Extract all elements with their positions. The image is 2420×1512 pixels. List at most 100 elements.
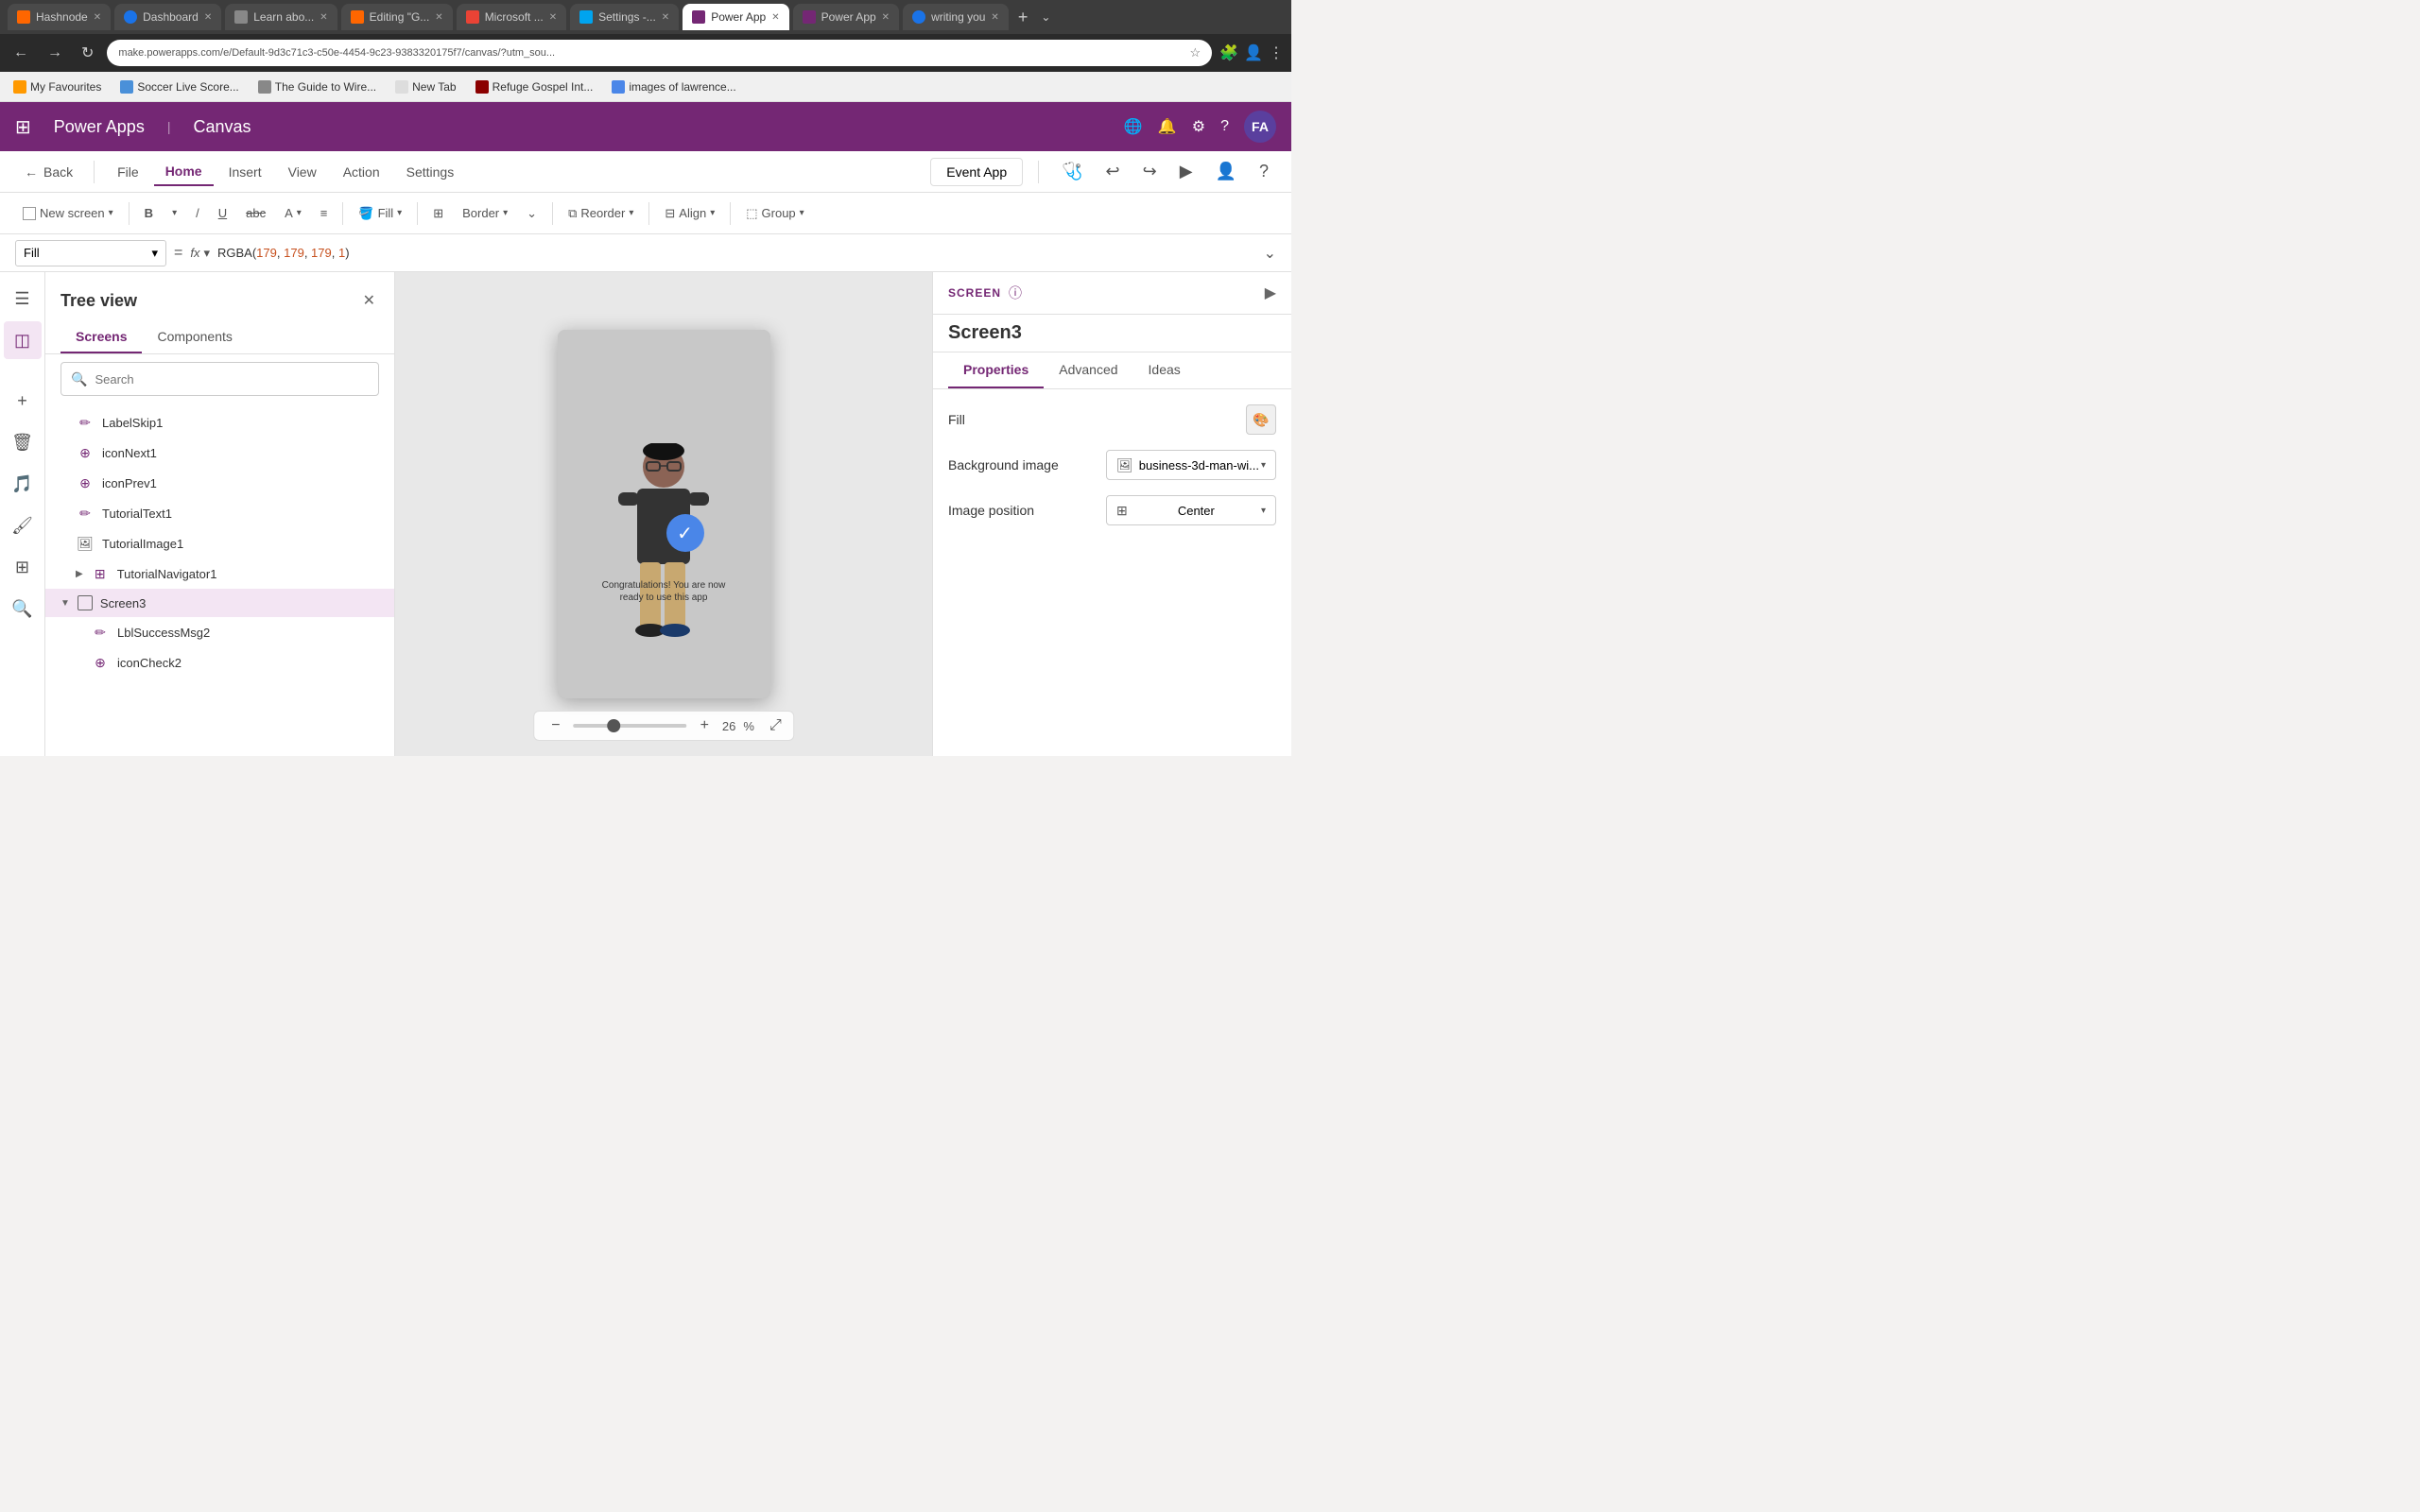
- panel-expand-button[interactable]: ▶: [1265, 284, 1276, 302]
- app-grid-icon[interactable]: ⊞: [15, 115, 31, 139]
- sidebar-add-icon[interactable]: +: [4, 382, 42, 420]
- reload-button[interactable]: ↻: [76, 40, 99, 66]
- tab-powerapps2[interactable]: Power App ✕: [793, 4, 899, 30]
- tree-item-iconcheck2[interactable]: ⊕ iconCheck2: [45, 647, 394, 678]
- text-align-button[interactable]: ≡: [313, 202, 336, 224]
- group-button[interactable]: ⬚ Group ▾: [738, 202, 811, 225]
- event-app-button[interactable]: Event App: [930, 158, 1023, 186]
- sidebar-menu-icon[interactable]: ☰: [4, 280, 42, 318]
- tab-editing[interactable]: Editing "G... ✕: [341, 4, 453, 30]
- bold-button[interactable]: B: [137, 202, 161, 224]
- profile-icon[interactable]: 👤: [1244, 43, 1263, 62]
- tab-microsoft[interactable]: Microsoft ... ✕: [457, 4, 566, 30]
- tree-item-tutorialnavigator1[interactable]: ▶ ⊞ TutorialNavigator1: [45, 558, 394, 589]
- formula-selector[interactable]: Fill ▾: [15, 240, 166, 266]
- expand-button[interactable]: ⌄: [519, 202, 544, 225]
- bookmark-icon[interactable]: ☆: [1190, 45, 1201, 60]
- redo-icon[interactable]: ↪: [1135, 158, 1165, 185]
- back-button[interactable]: ←: [8, 41, 34, 65]
- help-icon[interactable]: ?: [1220, 118, 1229, 135]
- tree-item-iconnext1[interactable]: ⊕ iconNext1: [45, 438, 394, 468]
- align-button[interactable]: ⊟ Align ▾: [657, 202, 722, 225]
- tab-close[interactable]: ✕: [435, 12, 442, 23]
- tree-tab-components[interactable]: Components: [142, 321, 247, 353]
- reorder-button[interactable]: ⧉ Reorder ▾: [561, 202, 641, 225]
- sidebar-components-icon[interactable]: ⊞: [4, 548, 42, 586]
- tree-item-iconprev1[interactable]: ⊕ iconPrev1: [45, 468, 394, 498]
- extensions-icon[interactable]: 🧩: [1219, 43, 1238, 62]
- menu-file[interactable]: File: [106, 159, 150, 185]
- tree-tab-screens[interactable]: Screens: [60, 321, 142, 353]
- settings-icon[interactable]: ⚙: [1192, 117, 1205, 136]
- tree-item-screen3[interactable]: ▼ Screen3 ···: [45, 589, 394, 617]
- fill-button[interactable]: 🪣 Fill ▾: [351, 202, 409, 225]
- bookmark-refuge[interactable]: Refuge Gospel Int...: [470, 78, 599, 95]
- back-menu-button[interactable]: ← Back: [15, 159, 82, 185]
- bold-caret[interactable]: ▾: [164, 204, 184, 222]
- address-field[interactable]: make.powerapps.com/e/Default-9d3c71c3-c5…: [107, 40, 1212, 66]
- bookmark-guide[interactable]: The Guide to Wire...: [252, 78, 382, 95]
- panel-tab-advanced[interactable]: Advanced: [1044, 352, 1132, 388]
- tab-overflow-button[interactable]: ⌄: [1037, 10, 1054, 24]
- menu-home[interactable]: Home: [154, 158, 214, 186]
- tree-item-tutorialtext1[interactable]: ✏ TutorialText1: [45, 498, 394, 528]
- tree-item-lblsuccessmsg2[interactable]: ✏ LblSuccessMsg2: [45, 617, 394, 647]
- new-tab-button[interactable]: +: [1012, 8, 1034, 27]
- user-avatar[interactable]: FA: [1244, 111, 1276, 143]
- more-icon[interactable]: ⋮: [1269, 43, 1284, 62]
- undo-icon[interactable]: ↩: [1098, 158, 1128, 185]
- sidebar-layers-icon[interactable]: ◫: [4, 321, 42, 359]
- tab-powerapps-active[interactable]: Power App ✕: [683, 4, 788, 30]
- formula-function-button[interactable]: fx ▾: [190, 246, 210, 261]
- sidebar-search-icon[interactable]: 🔍: [4, 590, 42, 627]
- tree-item-labelskip1[interactable]: ✏ LabelSkip1: [45, 407, 394, 438]
- screen-info-icon[interactable]: ⓘ: [1009, 284, 1022, 302]
- zoom-expand-button[interactable]: ⤢: [769, 717, 782, 734]
- tab-close[interactable]: ✕: [549, 12, 557, 23]
- bookmark-my-favourites[interactable]: My Favourites: [8, 78, 107, 95]
- tab-hashnode[interactable]: Hashnode ✕: [8, 4, 111, 30]
- tab-close[interactable]: ✕: [991, 12, 998, 23]
- panel-tab-ideas[interactable]: Ideas: [1133, 352, 1196, 388]
- tab-close[interactable]: ✕: [771, 12, 779, 23]
- tab-dashboard[interactable]: Dashboard ✕: [114, 4, 221, 30]
- new-screen-button[interactable]: New screen ▾: [15, 202, 121, 224]
- zoom-in-button[interactable]: +: [695, 715, 715, 736]
- tab-writing[interactable]: writing you ✕: [903, 4, 1009, 30]
- notifications-icon[interactable]: 🔔: [1158, 117, 1177, 136]
- menu-settings[interactable]: Settings: [395, 159, 466, 185]
- play-icon[interactable]: ▶: [1172, 158, 1201, 185]
- font-size-button[interactable]: A▾: [277, 202, 309, 224]
- zoom-out-button[interactable]: −: [545, 715, 565, 736]
- menu-insert[interactable]: Insert: [217, 159, 273, 185]
- formula-input[interactable]: RGBA(179, 179, 179, 1): [217, 246, 1256, 261]
- stethoscope-icon[interactable]: 🩺: [1054, 158, 1090, 185]
- menu-action[interactable]: Action: [332, 159, 391, 185]
- expand-icon-screen3[interactable]: ▼: [60, 598, 70, 609]
- formula-expand-button[interactable]: ⌄: [1264, 244, 1276, 263]
- underline-button[interactable]: U: [211, 202, 234, 224]
- tab-close[interactable]: ✕: [94, 12, 101, 23]
- fill-color-picker[interactable]: 🎨: [1246, 404, 1276, 435]
- sidebar-data-icon[interactable]: 🗑: [4, 423, 42, 461]
- bookmark-soccer[interactable]: Soccer Live Score...: [114, 78, 244, 95]
- menu-view[interactable]: View: [277, 159, 328, 185]
- forward-button[interactable]: →: [42, 41, 68, 65]
- border-button[interactable]: Border ▾: [455, 202, 515, 224]
- tab-settings[interactable]: Settings -... ✕: [570, 4, 679, 30]
- search-input[interactable]: [95, 372, 369, 387]
- strikethrough-button[interactable]: abc: [238, 202, 273, 224]
- tree-close-button[interactable]: ✕: [359, 287, 379, 314]
- bookmark-new-tab[interactable]: New Tab: [389, 78, 461, 95]
- tab-close[interactable]: ✕: [320, 12, 327, 23]
- tab-close[interactable]: ✕: [204, 12, 212, 23]
- zoom-slider[interactable]: [574, 724, 687, 728]
- tab-close[interactable]: ✕: [662, 12, 669, 23]
- table-icon[interactable]: ⊞: [425, 202, 451, 225]
- user-add-icon[interactable]: 👤: [1208, 158, 1244, 185]
- sidebar-brush-icon[interactable]: 🖌: [4, 507, 42, 544]
- background-image-dropdown[interactable]: 🖼 business-3d-man-wi... ▾: [1106, 450, 1276, 480]
- environment-icon[interactable]: 🌐: [1124, 117, 1143, 136]
- sidebar-media-icon[interactable]: 🎵: [4, 465, 42, 503]
- tab-close[interactable]: ✕: [882, 12, 890, 23]
